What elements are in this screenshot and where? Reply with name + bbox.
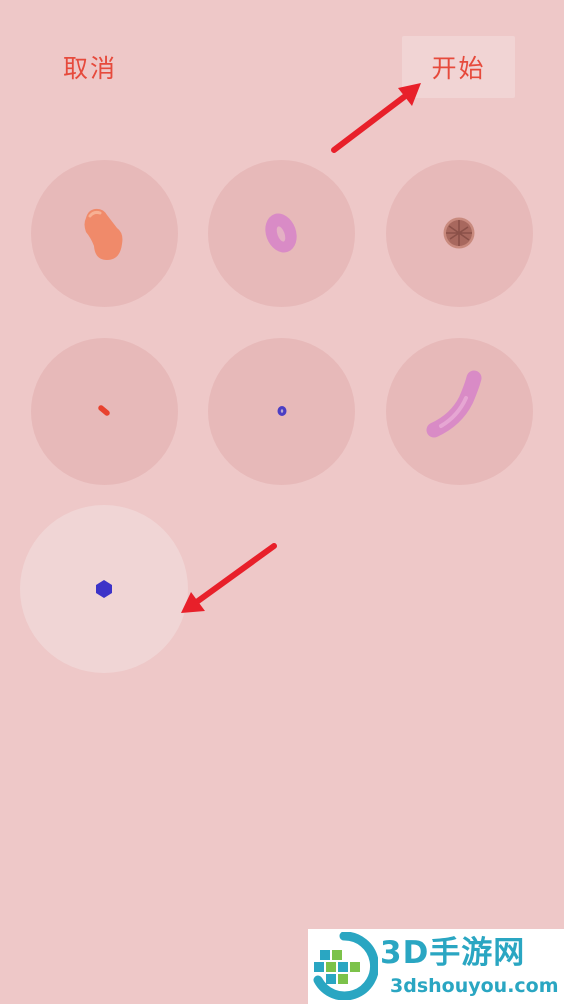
watermark: 3D手游网 3dshouyou.com	[308, 929, 564, 1004]
shape-option-blue-hexagon-dot[interactable]	[20, 505, 188, 673]
shape-option-red-dash[interactable]	[31, 338, 178, 485]
shape-option-pink-donut[interactable]	[208, 160, 355, 307]
spiky-ball-icon	[443, 217, 475, 249]
start-button[interactable]: 开始	[402, 36, 515, 98]
curved-rod-icon	[426, 370, 482, 438]
hexagon-dot-icon	[96, 580, 112, 598]
arrow-annotations	[181, 83, 421, 613]
ring-shape-icon	[277, 406, 287, 416]
donut-shape-icon	[265, 213, 297, 253]
cancel-button[interactable]: 取消	[40, 40, 140, 94]
watermark-url: 3dshouyou.com	[390, 975, 559, 997]
shape-option-pink-curved-rod[interactable]	[386, 338, 533, 485]
peanut-shape-icon	[84, 208, 123, 260]
shape-option-brown-spiky-ball[interactable]	[386, 160, 533, 307]
watermark-logo-icon	[313, 932, 378, 1000]
shape-option-orange-peanut[interactable]	[31, 160, 178, 307]
watermark-site-name: 3D手游网	[380, 935, 526, 971]
arrow-to-selected-option	[181, 543, 277, 613]
shape-option-blue-ring[interactable]	[208, 338, 355, 485]
dash-shape-icon	[98, 405, 110, 416]
